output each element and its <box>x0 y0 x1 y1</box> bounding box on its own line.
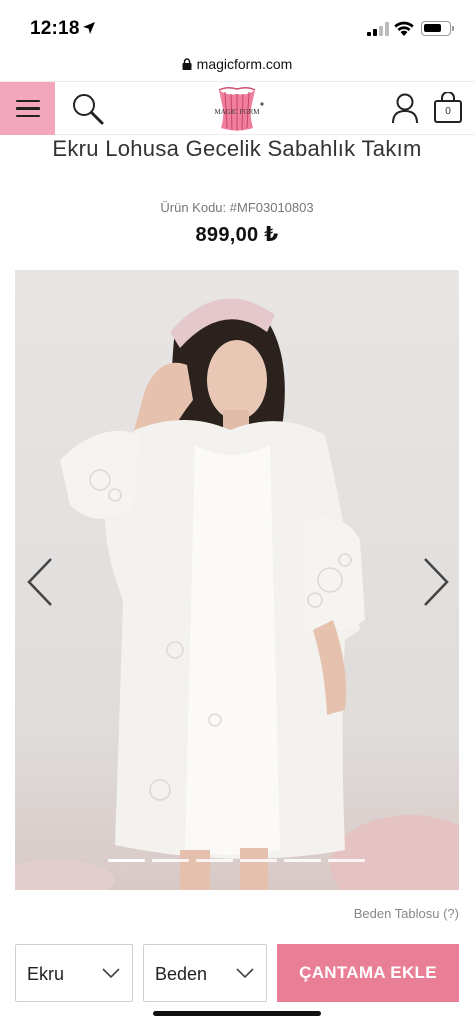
color-select-value: Ekru <box>27 964 65 984</box>
status-bar: 12:18 <box>0 0 474 52</box>
gallery-dot[interactable] <box>196 859 233 862</box>
size-select-value: Beden <box>155 964 208 984</box>
chevron-down-icon <box>102 968 120 979</box>
gallery-dot[interactable] <box>240 859 277 862</box>
product-price: 899,00 ₺ <box>195 224 279 246</box>
home-indicator <box>153 1011 321 1016</box>
product-code: Ürün Kodu: #MF03010803 <box>160 200 314 215</box>
cellular-signal-icon <box>367 22 389 36</box>
gallery-dot[interactable] <box>328 859 365 862</box>
wifi-icon <box>394 21 414 36</box>
battery-level <box>424 24 441 32</box>
search-icon[interactable] <box>71 92 105 126</box>
menu-button[interactable] <box>0 82 55 135</box>
shopping-bag-button[interactable]: 0 <box>433 91 463 124</box>
product-photo <box>15 270 459 890</box>
product-title: Ekru Lohusa Gecelik Sabahlık Takım <box>52 136 422 161</box>
address-bar[interactable]: magicform.com <box>0 52 474 80</box>
status-time: 12:18 <box>30 18 80 39</box>
previous-image-arrow-icon[interactable] <box>25 555 55 609</box>
battery-icon <box>421 21 454 36</box>
site-header: MAGIC FORM 0 <box>0 81 474 135</box>
location-arrow-icon <box>83 22 95 34</box>
product-image-gallery[interactable] <box>15 270 459 890</box>
url-text: magicform.com <box>196 56 293 72</box>
gallery-dot[interactable] <box>152 859 189 862</box>
size-chart-link[interactable]: Beden Tablosu (?) <box>354 906 459 921</box>
corset-logo-icon: MAGIC FORM <box>215 86 264 131</box>
lock-icon <box>182 58 192 70</box>
user-icon[interactable] <box>390 92 420 124</box>
size-select[interactable]: Beden <box>143 944 267 1002</box>
site-logo[interactable]: MAGIC FORM <box>205 84 269 134</box>
color-select[interactable]: Ekru <box>15 944 133 1002</box>
logo-text: MAGIC FORM <box>215 108 261 116</box>
add-to-cart-button[interactable]: ÇANTAMA EKLE <box>277 944 459 1002</box>
hamburger-icon <box>15 99 40 103</box>
gallery-dot[interactable] <box>108 859 145 862</box>
chevron-down-icon <box>236 968 254 979</box>
gallery-pagination <box>108 859 365 862</box>
bag-count: 0 <box>445 106 451 117</box>
gallery-dot[interactable] <box>284 859 321 862</box>
next-image-arrow-icon[interactable] <box>421 555 451 609</box>
